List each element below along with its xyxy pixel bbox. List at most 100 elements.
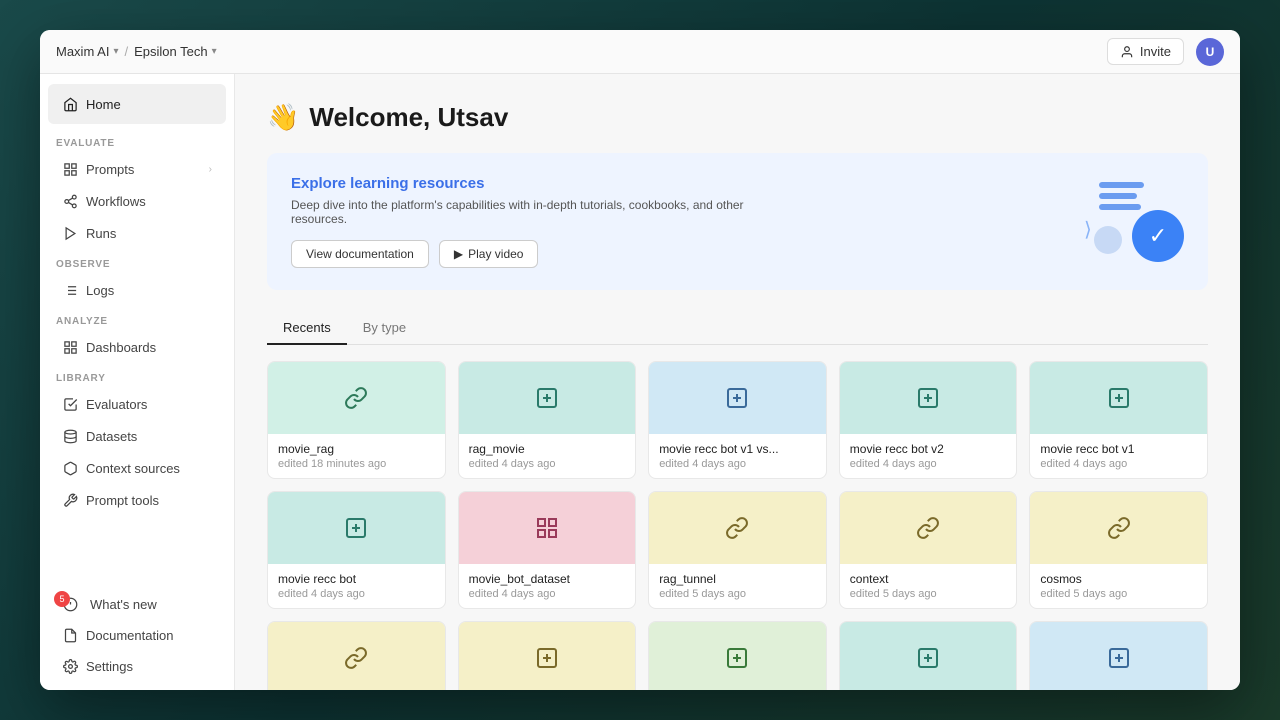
illus-line-2: [1099, 193, 1137, 199]
card-name: movie_bot_dataset: [469, 572, 626, 586]
card-trave-v2-v1[interactable]: trave_v2 v1: [839, 621, 1018, 690]
section-library-label: LIBRARY: [40, 363, 234, 388]
illus-arrow-icon: ⟩: [1084, 217, 1092, 242]
tab-recents[interactable]: Recents: [267, 312, 347, 345]
play-video-button[interactable]: ▶ Play video: [439, 240, 539, 268]
illus-line-1: [1099, 182, 1144, 188]
evaluators-icon: [62, 396, 78, 412]
illus-lines: [1099, 182, 1144, 210]
content-area: 👋 Welcome, Utsav Explore learning resour…: [235, 74, 1240, 690]
welcome-heading: 👋 Welcome, Utsav: [267, 102, 1208, 133]
card-movie-recc-v1[interactable]: movie recc bot v1 edited 4 days ago: [1029, 361, 1208, 479]
card-movie-recc-v1-vs[interactable]: movie recc bot v1 vs... edited 4 days ag…: [648, 361, 827, 479]
card-movie-bot[interactable]: movie bot: [267, 621, 446, 690]
card-thumb: [649, 362, 826, 434]
card-travel-bot-v1-vs[interactable]: travel_bot v1 vs trav...: [1029, 621, 1208, 690]
card-info: rag_movie edited 4 days ago: [459, 434, 636, 478]
welcome-text: Welcome, Utsav: [309, 102, 508, 133]
cards-row-1: movie_rag edited 18 minutes ago rag_movi…: [267, 361, 1208, 479]
prompt-tools-label: Prompt tools: [86, 493, 159, 508]
card-rag-tunnel[interactable]: rag_tunnel edited 5 days ago: [648, 491, 827, 609]
explore-title: Explore learning resources: [291, 175, 771, 192]
sidebar-item-prompts[interactable]: Prompts ›: [48, 154, 226, 184]
explore-banner-content: Explore learning resources Deep dive int…: [291, 175, 771, 268]
sidebar-item-documentation[interactable]: Documentation: [48, 620, 226, 650]
card-thumb: [840, 492, 1017, 564]
add-box-icon: [916, 646, 940, 670]
datasets-label: Datasets: [86, 429, 137, 444]
whats-new-label: What's new: [90, 597, 157, 612]
section-observe-label: OBSERVE: [40, 249, 234, 274]
card-info: rag_tunnel edited 5 days ago: [649, 564, 826, 608]
tab-by-type[interactable]: By type: [347, 312, 422, 345]
workspace-label: Maxim AI: [56, 44, 109, 59]
settings-label: Settings: [86, 659, 133, 674]
documentation-icon: [62, 627, 78, 643]
card-rag-movie[interactable]: rag_movie edited 4 days ago: [458, 361, 637, 479]
datasets-icon: [62, 428, 78, 444]
card-name: cosmos: [1040, 572, 1197, 586]
card-movie-recc-v2[interactable]: movie recc bot v2 edited 4 days ago: [839, 361, 1018, 479]
card-thumb: [459, 622, 636, 690]
card-info: movie_rag edited 18 minutes ago: [268, 434, 445, 478]
play-icon: ▶: [454, 247, 463, 261]
sidebar-item-context-sources[interactable]: Context sources: [48, 453, 226, 483]
evaluators-label: Evaluators: [86, 397, 147, 412]
sidebar-item-settings[interactable]: Settings: [48, 651, 226, 681]
invite-label: Invite: [1140, 44, 1171, 59]
card-name: rag_movie: [469, 442, 626, 456]
sidebar-item-datasets[interactable]: Datasets: [48, 421, 226, 451]
explore-description: Deep dive into the platform's capabiliti…: [291, 198, 771, 226]
card-travel-bot-v1[interactable]: travel_bot v1: [648, 621, 827, 690]
card-time: edited 4 days ago: [1040, 458, 1197, 470]
sidebar-item-runs[interactable]: Runs: [48, 218, 226, 248]
card-movie-bot-dataset[interactable]: movie_bot_dataset edited 4 days ago: [458, 491, 637, 609]
card-name: rag_tunnel: [659, 572, 816, 586]
card-time: edited 18 minutes ago: [278, 458, 435, 470]
sidebar-item-evaluators[interactable]: Evaluators: [48, 389, 226, 419]
runs-icon: [62, 225, 78, 241]
titlebar-right: Invite U: [1107, 38, 1224, 66]
sidebar-item-dashboards[interactable]: Dashboards: [48, 332, 226, 362]
home-label: Home: [86, 97, 121, 112]
card-info: cosmos edited 5 days ago: [1030, 564, 1207, 608]
breadcrumb: Maxim AI ▾ / Epsilon Tech ▾: [56, 44, 217, 59]
workflows-icon: [62, 193, 78, 209]
invite-button[interactable]: Invite: [1107, 38, 1184, 65]
add-box-icon: [535, 646, 559, 670]
card-info: context edited 5 days ago: [840, 564, 1017, 608]
card-name: movie recc bot v1: [1040, 442, 1197, 456]
breadcrumb-org[interactable]: Epsilon Tech ▾: [134, 44, 217, 59]
card-thumb: [459, 362, 636, 434]
banner-illustration: ⟩ ✓: [1084, 182, 1184, 262]
user-avatar[interactable]: U: [1196, 38, 1224, 66]
sidebar-item-logs[interactable]: Logs: [48, 275, 226, 305]
user-initial: U: [1206, 45, 1215, 59]
sidebar: Home EVALUATE Prompts ›: [40, 74, 235, 690]
add-box-icon: [1107, 646, 1131, 670]
card-thumb: [1030, 622, 1207, 690]
illus-check-icon: ✓: [1149, 223, 1167, 249]
card-info: movie recc bot v2 edited 4 days ago: [840, 434, 1017, 478]
sidebar-item-whats-new[interactable]: 5 What's new: [48, 589, 226, 619]
card-cosmos[interactable]: cosmos edited 5 days ago: [1029, 491, 1208, 609]
card-movie-rag[interactable]: movie_rag edited 18 minutes ago: [267, 361, 446, 479]
add-box-outline-icon: [344, 516, 368, 540]
card-movie-recc-bot[interactable]: movie recc bot edited 4 days ago: [267, 491, 446, 609]
sidebar-item-home[interactable]: Home: [48, 84, 226, 124]
link-icon: [916, 516, 940, 540]
titlebar: Maxim AI ▾ / Epsilon Tech ▾ Invite U: [40, 30, 1240, 74]
card-thumb: [268, 622, 445, 690]
breadcrumb-workspace[interactable]: Maxim AI ▾: [56, 44, 119, 59]
card-name: movie recc bot v1 vs...: [659, 442, 816, 456]
workspace-chevron-icon: ▾: [113, 46, 118, 57]
invite-icon: [1120, 45, 1134, 59]
view-docs-button[interactable]: View documentation: [291, 240, 429, 268]
sidebar-item-workflows[interactable]: Workflows: [48, 186, 226, 216]
dashboards-icon: [62, 339, 78, 355]
card-info: movie_bot_dataset edited 4 days ago: [459, 564, 636, 608]
card-context[interactable]: context edited 5 days ago: [839, 491, 1018, 609]
card-trave-v2-v2[interactable]: trave_v2 v2: [458, 621, 637, 690]
tabs-row: Recents By type: [267, 312, 1208, 345]
sidebar-item-prompt-tools[interactable]: Prompt tools: [48, 485, 226, 515]
